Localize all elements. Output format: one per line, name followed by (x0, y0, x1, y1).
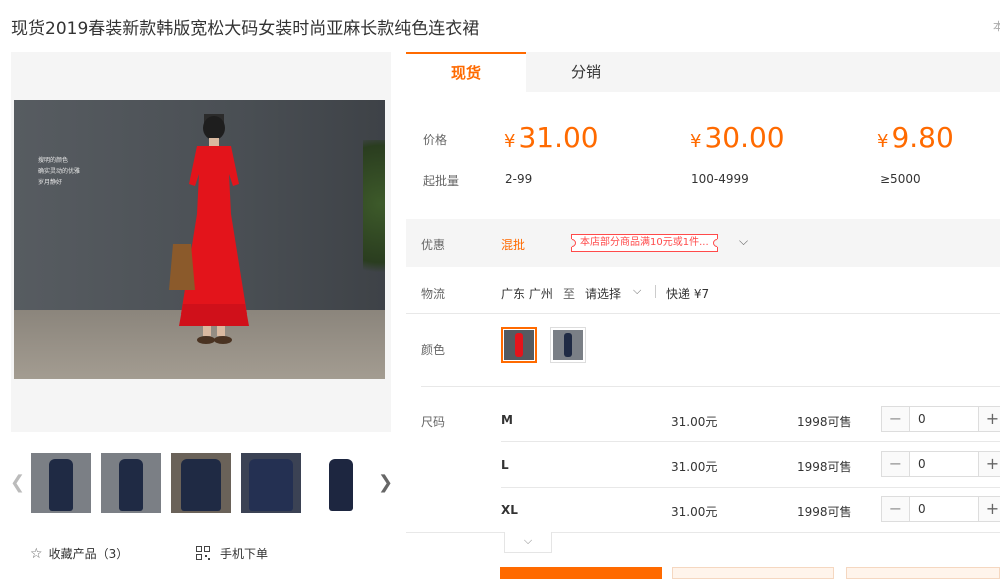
chevron-down-icon[interactable]: ⌵ (739, 234, 748, 249)
destination-select[interactable]: 请选择 (585, 285, 621, 302)
promotion-label: 优惠 (421, 238, 446, 252)
add-to-cart-button[interactable] (672, 567, 834, 579)
thumbnail-4[interactable] (241, 453, 301, 513)
thumbnail-5[interactable] (311, 453, 371, 513)
size-price: 31.00元 (671, 460, 718, 474)
size-stock: 1998可售 (797, 460, 852, 474)
gallery-prev-icon[interactable]: ❮ (10, 472, 25, 493)
size-name: XL (501, 503, 518, 517)
divider (655, 285, 656, 298)
expand-sizes-button[interactable]: ⌵ (504, 532, 552, 553)
express-fee: 快递 ¥7 (666, 287, 710, 301)
thumbnail-3[interactable] (171, 453, 231, 513)
color-label: 颜色 (421, 343, 446, 357)
plus-button[interactable]: + (978, 497, 1000, 521)
logistics-to-word: 至 (563, 287, 576, 301)
size-price: 31.00元 (671, 415, 718, 429)
dress-figure (169, 114, 249, 344)
quantity-input[interactable]: 0 (918, 452, 926, 476)
divider (501, 487, 1000, 488)
thumbnail-1[interactable] (31, 453, 91, 513)
size-label: 尺码 (421, 415, 446, 429)
chevron-down-icon[interactable]: ⌵ (633, 284, 641, 298)
gallery-next-icon[interactable]: ❯ (378, 472, 393, 493)
plus-button[interactable]: + (978, 452, 1000, 476)
quantity-stepper: − 0 + (881, 451, 1000, 477)
quantity-input[interactable]: 0 (918, 497, 926, 521)
price-tier-2: ¥30.00 (690, 121, 785, 154)
minus-button[interactable]: − (882, 452, 910, 476)
size-stock: 1998可售 (797, 415, 852, 429)
moq-tier-2: 100-4999 (691, 172, 749, 186)
logistics-origin: 广东 广州 (501, 287, 553, 301)
price-tier-1: ¥31.00 (504, 121, 599, 154)
divider (406, 313, 1000, 314)
divider (421, 386, 1000, 387)
moq-tier-1: 2-99 (505, 172, 533, 186)
qr-code-icon (196, 546, 210, 560)
moq-tier-3: ≥5000 (880, 172, 921, 186)
moq-label: 起批量 (423, 174, 460, 188)
distribution-button[interactable] (846, 567, 1000, 579)
quantity-input[interactable]: 0 (918, 407, 926, 431)
quantity-stepper: − 0 + (881, 496, 1000, 522)
color-swatch-red[interactable] (501, 327, 537, 363)
promotion-tag[interactable]: 本店部分商品满10元或1件... (571, 234, 718, 252)
logistics-label: 物流 (421, 287, 446, 301)
quantity-stepper: − 0 + (881, 406, 1000, 432)
main-product-image[interactable]: 搜明的颜色 确实灵动的优雅 岁月静好 (14, 100, 385, 379)
product-title: 现货2019春装新款韩版宽松大码女装时尚亚麻长款纯色连衣裙 (11, 19, 480, 39)
plus-button[interactable]: + (978, 407, 1000, 431)
size-price: 31.00元 (671, 505, 718, 519)
price-label: 价格 (423, 133, 448, 147)
promotion-type: 混批 (501, 238, 526, 252)
price-tier-3: ¥9.80 (877, 121, 954, 154)
favorite-button[interactable]: ☆ 收藏产品（3） (30, 545, 128, 562)
minus-button[interactable]: − (882, 497, 910, 521)
order-button[interactable] (500, 567, 662, 579)
color-swatch-navy[interactable] (550, 327, 586, 363)
mobile-order-button[interactable]: 手机下单 (196, 545, 268, 562)
chevron-down-icon: ⌵ (523, 534, 533, 547)
thumbnail-2[interactable] (101, 453, 161, 513)
tab-in-stock[interactable]: 现货 (406, 52, 526, 92)
minus-button[interactable]: − (882, 407, 910, 431)
title-side-text: 本 (993, 20, 1000, 33)
size-name: M (501, 413, 513, 427)
photo-caption: 搜明的颜色 确实灵动的优雅 岁月静好 (38, 157, 81, 186)
size-name: L (501, 458, 509, 472)
divider (406, 532, 1000, 533)
tab-distribution[interactable]: 分销 (526, 52, 646, 92)
divider (501, 441, 1000, 442)
size-stock: 1998可售 (797, 505, 852, 519)
star-icon: ☆ (30, 546, 43, 562)
